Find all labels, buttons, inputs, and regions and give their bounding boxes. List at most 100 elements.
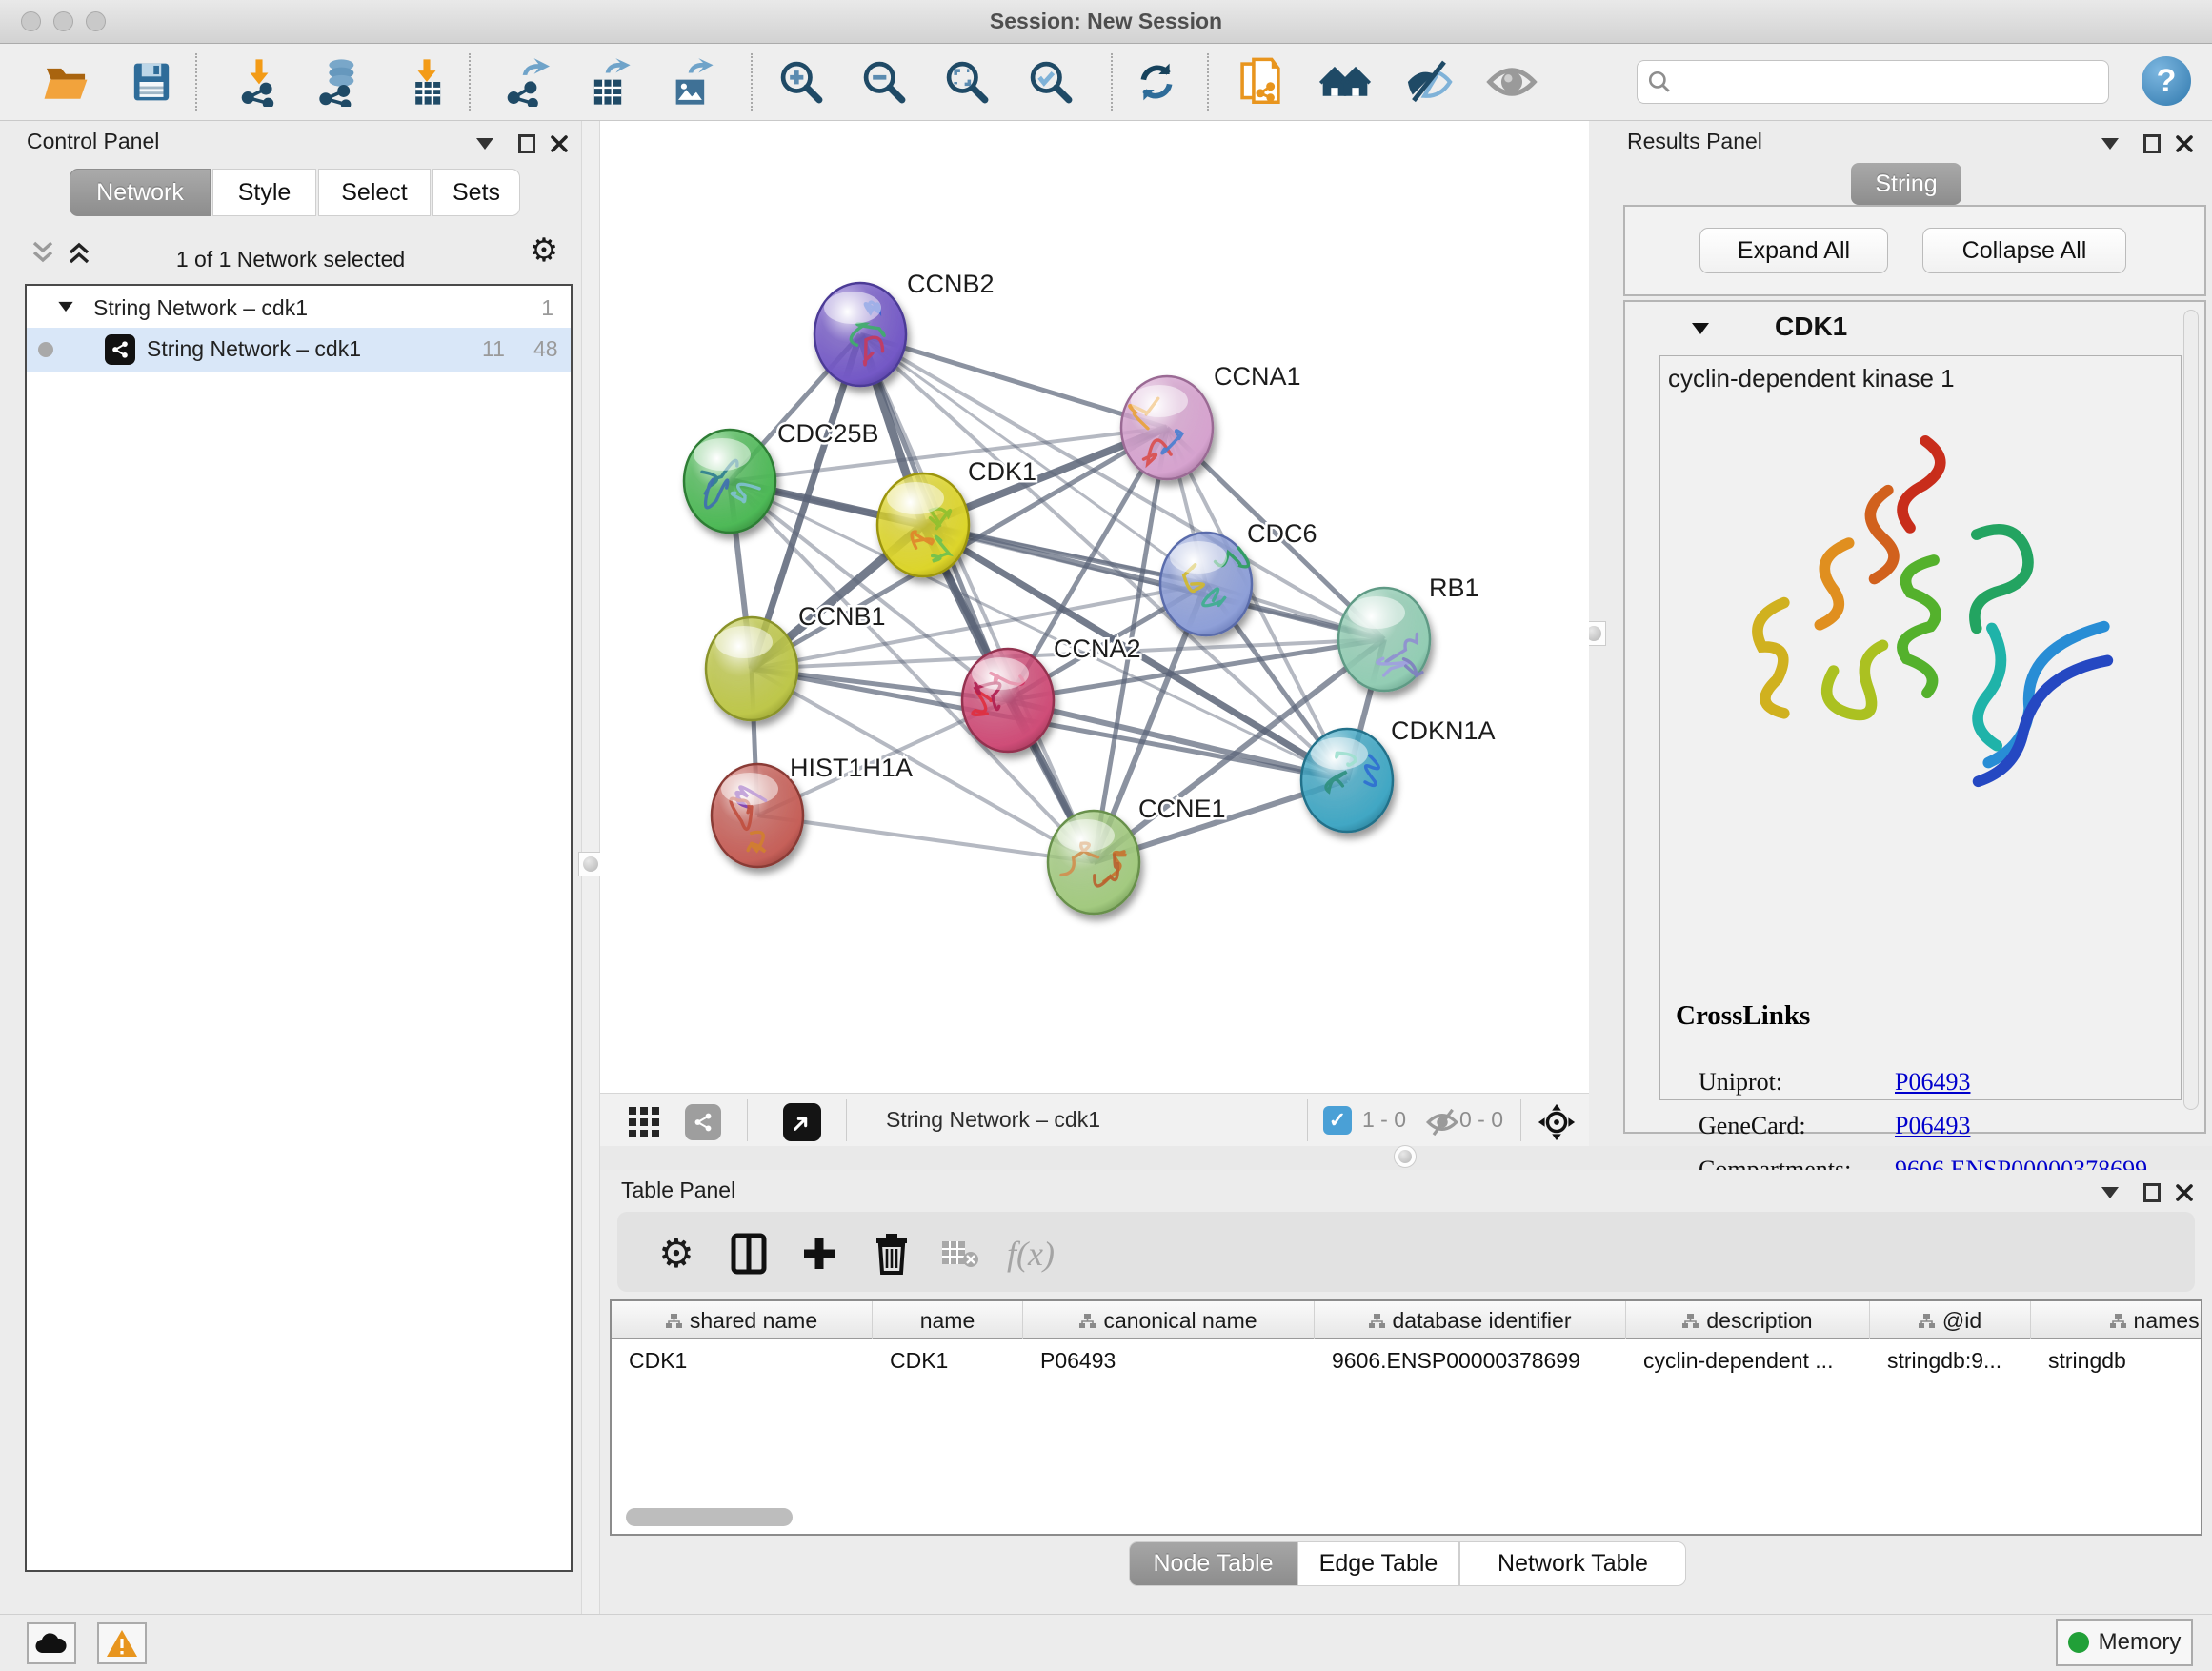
zoom-fit-button[interactable] [939, 54, 995, 110]
left-splitter[interactable] [581, 121, 600, 1614]
export-network-button[interactable] [497, 54, 553, 110]
crosslink-value-link[interactable]: P06493 [1895, 1112, 1970, 1140]
tab-select[interactable]: Select [318, 169, 431, 216]
column-header--id[interactable]: @id [1870, 1301, 2031, 1339]
import-network-button[interactable] [231, 54, 287, 110]
network-node-CDKN1A[interactable] [1301, 729, 1393, 832]
birdseye-view-icon[interactable] [777, 1097, 827, 1147]
clone-network-button[interactable] [1233, 54, 1288, 110]
network-canvas[interactable]: CCNB2CCNA1CDC25BCDK1CDC6RB1CCNB1CCNA2CDK… [600, 121, 1589, 1093]
panel-float-button[interactable] [2140, 1181, 2164, 1204]
network-options-gear-icon[interactable]: ⚙ [532, 239, 556, 262]
export-table-button[interactable] [580, 54, 635, 110]
string-network-graph[interactable]: CCNB2CCNA1CDC25BCDK1CDC6RB1CCNB1CCNA2CDK… [600, 121, 1589, 1093]
column-header-shared-name[interactable]: shared name [612, 1301, 873, 1339]
table-cell[interactable]: CDK1 [873, 1341, 1023, 1379]
network-node-RB1[interactable] [1338, 588, 1430, 691]
panel-close-button[interactable] [2172, 1181, 2197, 1204]
search-input[interactable] [1672, 70, 2091, 94]
panel-float-button[interactable] [2140, 132, 2164, 155]
network-node-CDC25B[interactable] [684, 430, 775, 533]
reset-zoom-crosshair-icon[interactable] [1532, 1097, 1581, 1147]
table-horizontal-scrollbar[interactable] [626, 1508, 793, 1526]
table-cell[interactable]: P06493 [1023, 1341, 1315, 1379]
right-splitter[interactable] [1589, 121, 1619, 1146]
open-file-button[interactable] [38, 54, 93, 110]
save-session-button[interactable] [124, 54, 179, 110]
import-table-button[interactable] [399, 54, 454, 110]
panel-collapse-button[interactable] [2098, 1181, 2122, 1204]
network-share-view-icon[interactable] [678, 1097, 728, 1147]
tab-edge-table[interactable]: Edge Table [1297, 1541, 1459, 1586]
zoom-selected-button[interactable] [1023, 54, 1078, 110]
current-network-title: String Network – cdk1 [886, 1107, 1100, 1133]
table-cell[interactable]: cyclin-dependent ... [1626, 1341, 1870, 1379]
tab-node-table[interactable]: Node Table [1129, 1541, 1297, 1586]
column-header-description[interactable]: description [1626, 1301, 1870, 1339]
zoom-in-button[interactable] [774, 54, 829, 110]
node-table[interactable]: shared name namecanonical namedatabase id… [610, 1299, 2202, 1536]
panel-collapse-button[interactable] [2098, 132, 2122, 155]
gene-detail-box: cyclin-dependent kinase 1 CrossLinks [1659, 355, 2182, 1100]
results-scrollbar[interactable] [2183, 310, 2199, 1110]
warning-status-button[interactable] [97, 1622, 147, 1664]
network-collection-row[interactable]: String Network – cdk1 1 [27, 292, 571, 328]
table-cell[interactable]: 9606.ENSP00000378699 [1315, 1341, 1626, 1379]
zoom-selected-icon [1026, 57, 1076, 107]
panel-collapse-button[interactable] [473, 132, 497, 155]
network-node-CCNA1[interactable] [1121, 376, 1213, 479]
gene-collapse-icon[interactable] [1688, 317, 1713, 340]
show-columns-icon[interactable] [724, 1229, 774, 1278]
memory-button[interactable]: Memory [2056, 1619, 2193, 1666]
network-node-CCNE1[interactable] [1048, 811, 1139, 914]
panel-close-button[interactable] [2172, 132, 2197, 155]
refresh-button[interactable] [1129, 54, 1184, 110]
panel-float-button[interactable] [514, 132, 539, 155]
column-header-namespace[interactable]: namespace [2031, 1301, 2202, 1339]
tab-network-table[interactable]: Network Table [1459, 1541, 1686, 1586]
delete-column-icon[interactable] [867, 1229, 916, 1278]
table-row[interactable]: CDK1CDK1P064939606.ENSP00000378699cyclin… [612, 1341, 2202, 1379]
cloud-status-button[interactable] [27, 1622, 76, 1664]
network-node-CDC6[interactable] [1160, 533, 1252, 635]
show-all-button[interactable] [1484, 54, 1539, 110]
expand-all-button[interactable]: Expand All [1699, 228, 1888, 273]
search-field [1637, 60, 2109, 104]
column-header-canonical-name[interactable]: canonical name [1023, 1301, 1315, 1339]
network-node-CDK1[interactable] [877, 473, 969, 576]
crosslink-value-link[interactable]: P06493 [1895, 1068, 1970, 1097]
tab-sets[interactable]: Sets [432, 169, 520, 216]
save-floppy-icon [128, 58, 175, 106]
table-cell[interactable]: stringdb:9... [1870, 1341, 2031, 1379]
export-image-button[interactable] [663, 54, 718, 110]
help-button[interactable]: ? [2142, 56, 2191, 106]
add-column-icon[interactable] [794, 1229, 844, 1278]
table-cell[interactable]: CDK1 [612, 1341, 873, 1379]
table-options-gear-icon[interactable]: ⚙ [652, 1229, 701, 1278]
column-header-database-identifier[interactable]: database identifier [1315, 1301, 1626, 1339]
panel-close-button[interactable] [547, 132, 572, 155]
collapse-all-button[interactable]: Collapse All [1922, 228, 2126, 273]
network-node-CCNA2[interactable] [962, 649, 1054, 752]
column-header-name[interactable]: name [873, 1301, 1023, 1339]
collection-expand-icon[interactable] [58, 302, 72, 312]
zoom-out-button[interactable] [856, 54, 912, 110]
gene-section-header[interactable]: CDK1 [1627, 308, 2178, 350]
node-label-CDC25B: CDC25B [777, 419, 879, 448]
delete-table-icon [935, 1229, 985, 1278]
hide-selected-button[interactable] [1401, 54, 1457, 110]
home-button[interactable] [1317, 54, 1373, 110]
tab-string-results[interactable]: String [1851, 163, 1961, 205]
import-network-from-database-button[interactable] [312, 54, 367, 110]
column-header-label: shared name [690, 1308, 817, 1334]
tab-network[interactable]: Network [70, 169, 211, 216]
network-node-CCNB1[interactable] [706, 617, 797, 720]
protein-structure-image [1695, 415, 2142, 815]
tab-style[interactable]: Style [212, 169, 316, 216]
selected-nodes-checkbox[interactable]: ✓ [1323, 1106, 1352, 1135]
table-cell[interactable]: stringdb [2031, 1341, 2202, 1379]
network-row-selected[interactable]: String Network – cdk1 11 48 [27, 328, 571, 372]
grid-view-icon[interactable] [619, 1097, 669, 1147]
network-node-CCNB2[interactable] [814, 283, 906, 386]
horizontal-splitter-handle[interactable] [1394, 1145, 1417, 1168]
